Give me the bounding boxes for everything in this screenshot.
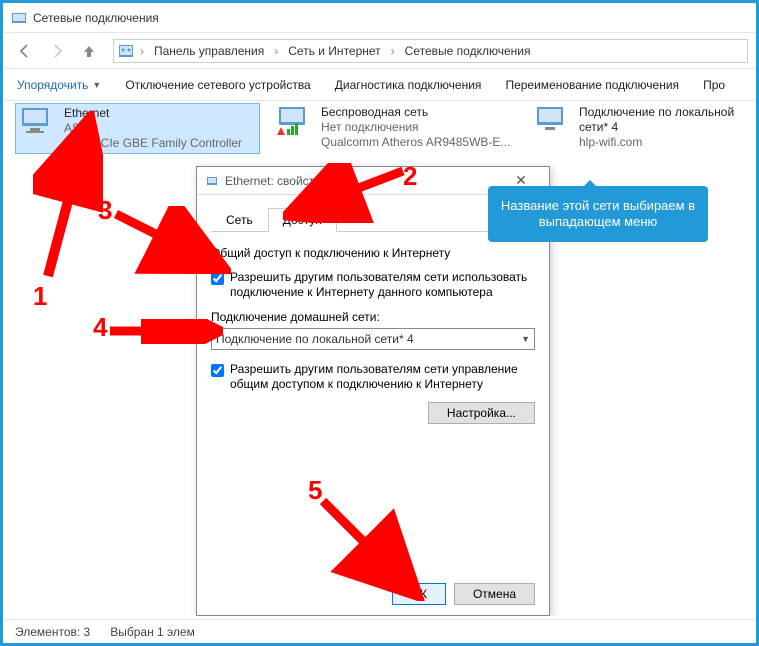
up-button[interactable] [75, 37, 103, 65]
breadcrumb-item[interactable]: Сеть и Интернет [282, 42, 386, 60]
breadcrumb-item[interactable]: Сетевые подключения [399, 42, 537, 60]
command-bar: Упорядочить▼ Отключение сетевого устройс… [3, 69, 756, 101]
organize-menu[interactable]: Упорядочить▼ [17, 78, 101, 92]
connection-device: altek PCIe GBE Family Controller [64, 136, 242, 151]
disable-device-button[interactable]: Отключение сетевого устройства [125, 78, 310, 92]
connection-local[interactable]: Подключение по локальной сети* 4 hlp-wif… [533, 105, 743, 150]
connection-ethernet[interactable]: Ethernet ASUS altek PCIe GBE Family Cont… [15, 103, 260, 154]
network-folder-icon [11, 10, 27, 26]
control-panel-icon [118, 43, 134, 59]
connection-name: Ethernet [64, 106, 242, 121]
chevron-down-icon: ▼ [92, 80, 101, 90]
diagnose-button[interactable]: Диагностика подключения [335, 78, 482, 92]
allow-control-checkbox[interactable] [211, 364, 224, 377]
wireless-icon [275, 105, 313, 137]
chevron-down-icon: ▼ [521, 334, 530, 344]
window-title: Сетевые подключения [33, 11, 159, 25]
annotation-5: 5 [308, 475, 322, 506]
dialog-title: Ethernet: свойства [225, 174, 327, 188]
address-bar[interactable]: › Панель управления › Сеть и Интернет › … [113, 39, 748, 63]
chevron-right-icon: › [389, 44, 397, 58]
status-bar: Элементов: 3 Выбран 1 элем [3, 619, 756, 643]
connection-status: Нет подключения [321, 120, 510, 135]
connection-wireless[interactable]: Беспроводная сеть Нет подключения Qualco… [275, 105, 520, 150]
annotation-3: 3 [98, 195, 112, 226]
tab-sharing[interactable]: Доступ [268, 208, 337, 232]
connection-device: Qualcomm Atheros AR9485WB-E... [321, 135, 510, 150]
ethernet-icon [18, 106, 56, 138]
tab-network[interactable]: Сеть [211, 208, 268, 232]
window-titlebar: Сетевые подключения [3, 3, 756, 33]
connection-status: ASUS [64, 121, 242, 136]
rename-button[interactable]: Переименование подключения [505, 78, 679, 92]
connection-name: Подключение по локальной сети* 4 [579, 105, 743, 135]
allow-control-label: Разрешить другим пользователям сети упра… [230, 362, 535, 392]
connection-device: hlp-wifi.com [579, 135, 743, 150]
annotation-2: 2 [403, 161, 417, 192]
content-area: Ethernet ASUS altek PCIe GBE Family Cont… [3, 101, 756, 616]
forward-button[interactable] [43, 37, 71, 65]
status-element-count: Элементов: 3 [15, 625, 90, 639]
annotation-4: 4 [93, 312, 107, 343]
adapter-icon [205, 174, 219, 188]
chevron-right-icon: › [138, 44, 146, 58]
home-network-label: Подключение домашней сети: [211, 310, 535, 324]
connection-name: Беспроводная сеть [321, 105, 510, 120]
back-button[interactable] [11, 37, 39, 65]
hint-callout: Название этой сети выбираем в выпадающем… [488, 186, 708, 242]
lan-icon [533, 105, 571, 137]
combo-value: Подключение по локальной сети* 4 [216, 332, 414, 346]
navigation-bar: › Панель управления › Сеть и Интернет › … [3, 33, 756, 69]
settings-button[interactable]: Настройка... [428, 402, 535, 424]
dialog-tabs: Сеть Доступ [211, 207, 535, 232]
breadcrumb-item[interactable]: Панель управления [148, 42, 270, 60]
cancel-button[interactable]: Отмена [454, 583, 535, 605]
allow-sharing-label: Разрешить другим пользователям сети испо… [230, 270, 535, 300]
annotation-1: 1 [33, 281, 47, 312]
chevron-right-icon: › [272, 44, 280, 58]
status-selected-count: Выбран 1 элем [110, 625, 195, 639]
more-commands[interactable]: Про [703, 78, 725, 92]
group-title: Общий доступ к подключению к Интернету [211, 246, 535, 260]
home-network-combo[interactable]: Подключение по локальной сети* 4 ▼ [211, 328, 535, 350]
ok-button[interactable]: ОК [392, 583, 446, 605]
allow-sharing-checkbox[interactable] [211, 272, 224, 285]
